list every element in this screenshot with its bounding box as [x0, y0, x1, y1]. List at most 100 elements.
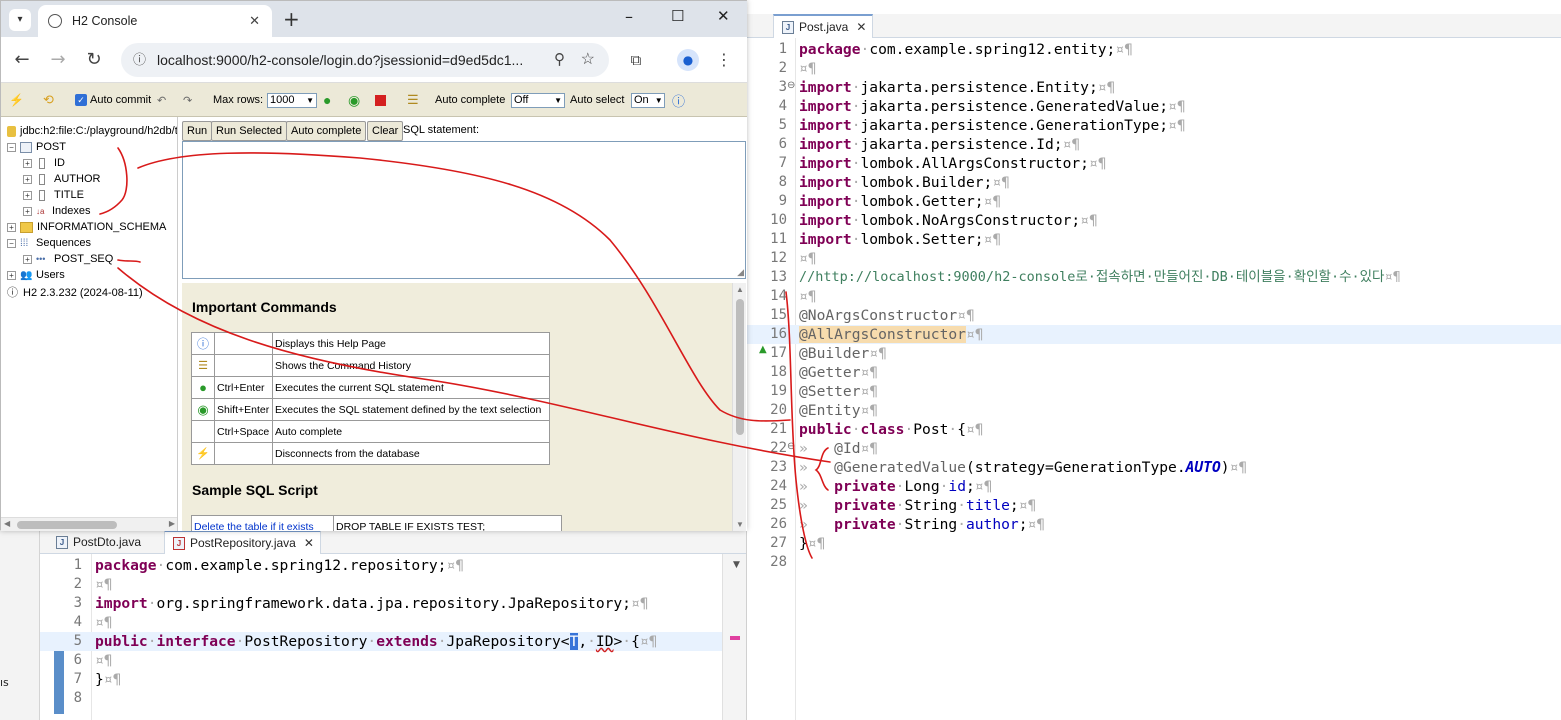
overview-ruler[interactable]: ▼	[722, 554, 746, 720]
zoom-icon[interactable]: ⚲	[554, 43, 565, 77]
table-row: ⚡ Disconnects from the database	[191, 442, 550, 465]
help-icon[interactable]: ⓘ	[672, 92, 685, 109]
refresh-icon[interactable]: ⟲	[43, 92, 54, 108]
history-icon[interactable]: ☰	[407, 92, 419, 108]
tree-node-sequences[interactable]: − ⁞⁞⁞ Sequences	[7, 235, 91, 251]
close-icon[interactable]: ✕	[304, 536, 314, 550]
auto-commit-toggle[interactable]: ✓ Auto commit	[75, 92, 151, 108]
scroll-right-icon[interactable]: ▶	[169, 519, 175, 528]
checkbox-checked-icon[interactable]: ✓	[75, 94, 87, 106]
table-row: Delete the table if it exists DROP TABLE…	[191, 515, 562, 531]
maximize-button[interactable]: ☐	[671, 7, 684, 25]
post-repository-editor: ıs J PostDto.java J PostRepository.java …	[0, 530, 746, 720]
tab-post-java[interactable]: J Post.java ✕	[773, 14, 874, 38]
sample-link[interactable]: Delete the table if it exists	[191, 515, 334, 531]
auto-complete-label: Auto complete	[435, 94, 506, 106]
tree-node-information-schema[interactable]: + INFORMATION_SCHEMA	[7, 219, 166, 235]
sql-pane: Run Run Selected Auto complete Clear SQL…	[178, 117, 747, 531]
sql-statement-label: SQL statement:	[403, 124, 480, 136]
extensions-icon[interactable]: ⧉	[621, 45, 651, 75]
tab-h2-console[interactable]: H2 Console ✕	[38, 5, 272, 37]
auto-complete-select[interactable]: Off ▼	[511, 92, 565, 108]
expand-icon[interactable]: +	[23, 158, 32, 168]
tab-postdto-java[interactable]: J PostDto.java	[48, 530, 147, 554]
scroll-down-icon[interactable]: ▼	[736, 520, 744, 529]
table-row: Ctrl+Space Auto complete	[191, 420, 550, 443]
expand-icon[interactable]: +	[23, 174, 32, 184]
tree-node-post-seq[interactable]: + ••• POST_SEQ	[23, 251, 113, 267]
new-tab-button[interactable]: +	[283, 7, 300, 31]
tree-node-column[interactable]: + AUTHOR	[23, 171, 100, 187]
run-button[interactable]: Run	[182, 121, 213, 141]
sample-sql-table: Delete the table if it exists DROP TABLE…	[191, 515, 562, 531]
profile-avatar-icon[interactable]: ●	[677, 49, 699, 71]
editor-tab-bar: J PostDto.java J PostRepository.java ✕	[40, 530, 746, 554]
code-area[interactable]: ▲ ⊖ ⊖ 1 package·com.example.spring12.enti…	[747, 38, 1561, 720]
column-icon	[39, 157, 45, 169]
tree-node-indexes[interactable]: + ↓a Indexes	[23, 203, 91, 219]
expand-icon[interactable]: +	[23, 206, 32, 216]
error-overview-marker[interactable]	[730, 636, 740, 640]
clear-button[interactable]: Clear	[367, 121, 404, 141]
run-icon[interactable]: ●	[323, 92, 331, 108]
tab-search-icon[interactable]: ▾	[9, 9, 31, 31]
max-rows-select[interactable]: 1000 ▼	[267, 92, 317, 108]
scroll-thumb[interactable]	[736, 299, 744, 435]
address-bar[interactable]: ⓘ localhost:9000/h2-console/login.do?jse…	[121, 43, 609, 77]
tree-horizontal-scrollbar[interactable]: ◀ ▶	[1, 517, 177, 531]
sequence-icon: •••	[36, 253, 46, 264]
disconnect-icon[interactable]: ⚡	[9, 92, 24, 108]
folder-icon	[20, 221, 33, 233]
globe-icon	[48, 14, 62, 28]
minimize-button[interactable]: –	[625, 7, 633, 26]
sample-sql-title: Sample SQL Script	[192, 482, 318, 498]
connection-node[interactable]: jdbc:h2:file:C:/playground/h2db/t	[7, 123, 177, 139]
reload-icon[interactable]: ↻	[79, 45, 109, 75]
expand-icon[interactable]: +	[23, 190, 32, 200]
close-tab-icon[interactable]: ✕	[249, 13, 260, 29]
collapse-icon[interactable]: −	[7, 142, 16, 152]
code-area[interactable]: ✕ 1package·com.example.spring12.reposito…	[40, 554, 722, 720]
menu-icon[interactable]: ⋮	[709, 45, 739, 75]
column-icon	[39, 189, 45, 201]
tree-node-users[interactable]: + 👥 Users	[7, 267, 65, 283]
tree-node-post[interactable]: − POST	[7, 139, 66, 155]
close-icon[interactable]: ✕	[856, 20, 866, 34]
help-icon: ⓘ	[196, 337, 209, 351]
forward-icon[interactable]: →	[43, 45, 73, 75]
resize-handle-icon[interactable]: ◢	[737, 268, 744, 278]
run-selected-icon[interactable]: ◉	[348, 92, 360, 108]
history-icon: ☰	[198, 360, 208, 372]
tree-node-column[interactable]: + TITLE	[23, 187, 84, 203]
close-window-button[interactable]: ✕	[717, 7, 730, 25]
expand-icon[interactable]: +	[7, 222, 16, 232]
browser-toolbar: ← → ↻ ⓘ localhost:9000/h2-console/login.…	[1, 37, 747, 83]
run-selected-button[interactable]: Run Selected	[211, 121, 288, 141]
commit-icon[interactable]: ↷	[183, 92, 192, 108]
auto-select-select[interactable]: On ▼	[631, 92, 665, 108]
expand-icon[interactable]: +	[23, 254, 32, 264]
tab-postrepository-java[interactable]: J PostRepository.java ✕	[164, 530, 321, 554]
scroll-thumb[interactable]	[17, 521, 117, 529]
scroll-left-icon[interactable]: ◀	[4, 519, 10, 528]
tree-node-column[interactable]: + ID	[23, 155, 65, 171]
commands-table: ⓘ Displays this Help Page ☰ Shows the Co…	[191, 332, 550, 465]
cancel-icon[interactable]	[375, 92, 386, 108]
users-icon: 👥	[20, 269, 33, 281]
index-icon: ↓a	[36, 206, 45, 216]
collapse-icon[interactable]: −	[7, 238, 16, 248]
auto-complete-button[interactable]: Auto complete	[286, 121, 367, 141]
sql-input[interactable]: ◢	[182, 141, 746, 279]
help-scrollbar[interactable]: ▲ ▼	[732, 283, 746, 531]
site-info-icon[interactable]: ⓘ	[133, 43, 146, 77]
back-icon[interactable]: ←	[7, 45, 37, 75]
scroll-up-icon[interactable]: ▲	[736, 285, 744, 294]
expand-icon[interactable]: +	[7, 270, 16, 280]
java-error-file-icon: J	[173, 536, 185, 550]
rollback-icon[interactable]: ↶	[157, 92, 166, 108]
scroll-down-icon[interactable]: ▼	[733, 560, 740, 570]
bookmark-star-icon[interactable]: ☆	[581, 43, 595, 77]
info-icon: ⓘ	[7, 286, 18, 299]
auto-select-label: Auto select	[570, 94, 625, 106]
side-panel-strip: ıs	[0, 530, 40, 720]
